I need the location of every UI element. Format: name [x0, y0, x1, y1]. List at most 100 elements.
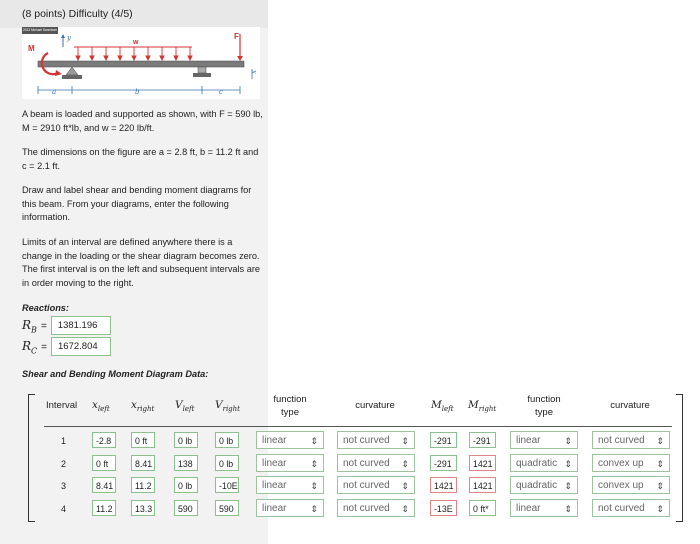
pin-support: [65, 66, 79, 76]
copyright-text: 2013 Michael Swanbom: [23, 28, 57, 32]
col-header-m-right: Mright: [468, 399, 497, 414]
col-header-interval: Interval: [46, 400, 78, 411]
row-3-v-left-input[interactable]: 0 lb: [174, 477, 198, 493]
table-bracket-left: [28, 394, 35, 522]
table-header-divider: [44, 426, 672, 427]
row-2-m-left-input[interactable]: -291: [430, 455, 457, 471]
chevron-updown-icon: ⇕: [564, 436, 572, 446]
w-label: w: [132, 39, 139, 46]
row-3-m-curvature-select[interactable]: convex up ⇕: [592, 476, 670, 494]
row-1-m-left-input[interactable]: -291: [430, 432, 457, 448]
col-header-function-type-shear: function type: [273, 394, 307, 418]
row-4-v-curvature-select[interactable]: not curved ⇕: [337, 499, 415, 517]
chevron-updown-icon: ⇕: [310, 504, 318, 514]
row-4-m-right-input[interactable]: 0 ft*: [469, 500, 496, 516]
col-header-v-left: Vleft: [175, 399, 195, 414]
roller-support: [197, 66, 207, 74]
rc-equals: =: [41, 342, 48, 353]
interval-definition: Limits of an interval are defined anywhe…: [22, 237, 260, 288]
dim-a-label: a: [52, 88, 56, 96]
col-header-x-left: xleft: [92, 399, 110, 414]
row-3-m-function-select[interactable]: quadratic ⇕: [510, 476, 578, 494]
row-4-v-left-input[interactable]: 590: [174, 500, 198, 516]
row-1-x-left-input[interactable]: -2.8: [92, 432, 116, 448]
row-3-v-function-select[interactable]: linear ⇕: [256, 476, 324, 494]
col-header-m-left: Mleft: [431, 399, 454, 414]
row-1-interval: 1: [61, 436, 67, 446]
row-1-x-right-input[interactable]: 0 ft: [131, 432, 155, 448]
row-2-x-right-input[interactable]: 8.41: [131, 455, 155, 471]
row-1-v-left-input[interactable]: 0 lb: [174, 432, 198, 448]
row-3-x-right-input[interactable]: 11.2: [131, 477, 155, 493]
chevron-updown-icon: ⇕: [656, 459, 664, 469]
f-label: F: [234, 32, 239, 41]
row-4-m-curvature-select[interactable]: not curved ⇕: [592, 499, 670, 517]
beam-figure: 2013 Michael Swanbom y w F M x a b c: [22, 27, 260, 99]
col-header-function-type-moment: function type: [527, 394, 561, 418]
row-1-v-curvature-select[interactable]: not curved ⇕: [337, 431, 415, 449]
rb-equals: =: [40, 321, 47, 332]
chevron-updown-icon: ⇕: [656, 504, 664, 514]
reaction-rc-row: RC = 1672.804: [22, 337, 112, 356]
beam-diagram: 2013 Michael Swanbom y w F M x a b c: [22, 27, 258, 96]
row-3-m-right-input[interactable]: 1421: [469, 477, 496, 493]
row-1-v-right-input[interactable]: 0 lb: [215, 432, 239, 448]
row-3-x-left-input[interactable]: 8.41: [92, 477, 116, 493]
dim-b-label: b: [135, 88, 140, 96]
row-2-interval: 2: [61, 459, 67, 469]
col-header-curvature-moment: curvature: [610, 400, 650, 411]
chevron-updown-icon: ⇕: [310, 481, 318, 491]
row-2-m-function-select[interactable]: quadratic ⇕: [510, 454, 578, 472]
chevron-updown-icon: ⇕: [564, 481, 572, 491]
row-4-interval: 4: [61, 504, 67, 514]
distributed-load: [75, 47, 193, 62]
rb-sub: B: [31, 325, 37, 335]
chevron-updown-icon: ⇕: [401, 504, 409, 514]
instructions: Draw and label shear and bending moment …: [22, 185, 252, 222]
y-axis-label: y: [66, 34, 72, 42]
beam: [37, 60, 245, 68]
dimensions-statement: The dimensions on the figure are a = 2.8…: [22, 147, 259, 171]
row-4-m-function-select[interactable]: linear ⇕: [510, 499, 578, 517]
row-4-v-right-input[interactable]: 590: [215, 500, 239, 516]
col-header-curvature-shear: curvature: [355, 400, 395, 411]
chevron-updown-icon: ⇕: [310, 436, 318, 446]
row-1-m-right-input[interactable]: -291: [469, 432, 496, 448]
row-3-v-right-input[interactable]: -10E: [215, 477, 239, 493]
col-header-v-right: Vright: [215, 399, 240, 414]
row-4-x-right-input[interactable]: 13.3: [131, 500, 155, 516]
row-3-m-left-input[interactable]: 1421: [430, 477, 457, 493]
row-1-m-curvature-select[interactable]: not curved ⇕: [592, 431, 670, 449]
row-2-v-function-select[interactable]: linear ⇕: [256, 454, 324, 472]
rc-label: R: [22, 339, 32, 353]
rb-input[interactable]: 1381.196: [50, 316, 111, 335]
col-header-x-right: xright: [131, 399, 155, 414]
chevron-updown-icon: ⇕: [401, 459, 409, 469]
rc-input[interactable]: 1672.804: [51, 337, 112, 356]
row-4-m-left-input[interactable]: -13E: [430, 500, 457, 516]
reaction-rb-row: RB = 1381.196: [22, 316, 111, 335]
m-label: M: [28, 44, 35, 53]
row-2-x-left-input[interactable]: 0 ft: [92, 455, 116, 471]
chevron-updown-icon: ⇕: [401, 481, 409, 491]
row-3-v-curvature-select[interactable]: not curved ⇕: [337, 476, 415, 494]
row-2-m-right-input[interactable]: 1421: [469, 455, 496, 471]
row-2-m-curvature-select[interactable]: convex up ⇕: [592, 454, 670, 472]
reactions-heading: Reactions:: [22, 303, 69, 313]
row-1-m-function-select[interactable]: linear ⇕: [510, 431, 578, 449]
chevron-updown-icon: ⇕: [656, 436, 664, 446]
row-2-v-right-input[interactable]: 0 lb: [215, 455, 239, 471]
chevron-updown-icon: ⇕: [656, 481, 664, 491]
question-title: (8 points) Difficulty (4/5): [22, 8, 133, 20]
row-4-v-function-select[interactable]: linear ⇕: [256, 499, 324, 517]
rc-sub: C: [31, 346, 38, 356]
row-1-v-function-select[interactable]: linear ⇕: [256, 431, 324, 449]
row-4-x-left-input[interactable]: 11.2: [92, 500, 116, 516]
table-heading: Shear and Bending Moment Diagram Data:: [22, 369, 209, 379]
chevron-updown-icon: ⇕: [564, 459, 572, 469]
row-2-v-curvature-select[interactable]: not curved ⇕: [337, 454, 415, 472]
row-2-v-left-input[interactable]: 138: [174, 455, 198, 471]
chevron-updown-icon: ⇕: [564, 504, 572, 514]
row-3-interval: 3: [61, 481, 67, 491]
chevron-updown-icon: ⇕: [401, 436, 409, 446]
